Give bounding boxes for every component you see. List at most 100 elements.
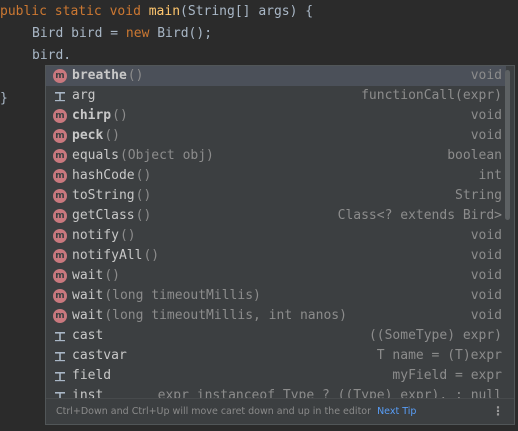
completion-item[interactable]: inst expr instanceof Type ? ((Type) expr)…: [46, 386, 506, 398]
completion-item-params: (): [104, 128, 120, 143]
completion-item-name: cast: [72, 328, 104, 343]
method-icon: m: [53, 149, 67, 163]
closing-brace: }: [0, 91, 8, 106]
completion-item[interactable]: m getClass() Class<? extends Bird>: [46, 206, 506, 226]
completion-item-type: int: [478, 168, 502, 183]
completion-item[interactable]: m notify() void: [46, 226, 506, 246]
completion-item-type: void: [470, 68, 502, 83]
completion-item[interactable]: m equals (Object obj) boolean: [46, 146, 506, 166]
more-options-icon[interactable]: ⋮: [492, 399, 504, 424]
completion-item[interactable]: m chirp() void: [46, 106, 506, 126]
completion-item[interactable]: m notifyAll() void: [46, 246, 506, 266]
completion-item[interactable]: m wait (long timeoutMillis, int nanos) void: [46, 306, 506, 326]
completion-item-type: void: [470, 128, 502, 143]
completion-item-type: functionCall(expr): [361, 88, 502, 103]
completion-item-name: wait: [72, 268, 104, 283]
code-line-2-start: Bird bird =: [32, 26, 126, 41]
completion-item-type: void: [470, 228, 502, 243]
completion-item[interactable]: m toString() String: [46, 186, 506, 206]
completion-item-type: Class<? extends Bird>: [337, 208, 502, 223]
method-icon: m: [53, 269, 67, 283]
code-line-closing-brace: }: [0, 88, 8, 110]
completion-item-name: chirp: [72, 108, 112, 123]
completion-item-name: field: [72, 368, 112, 383]
completion-item[interactable]: cast ((SomeType) expr): [46, 326, 506, 346]
completion-item-type: void: [470, 108, 502, 123]
next-tip-link[interactable]: Next Tip: [377, 406, 416, 417]
code-line-3: bird.: [32, 45, 71, 67]
completion-item[interactable]: m breathe() void: [46, 66, 506, 86]
footer-hint-text: Ctrl+Down and Ctrl+Up will move caret do…: [56, 406, 372, 417]
completion-item-params: (): [135, 188, 152, 203]
completion-item-params: (): [104, 268, 120, 283]
completion-item-name: wait: [72, 288, 104, 303]
keyword-new: new: [125, 26, 150, 41]
completion-item-name: arg: [72, 88, 96, 103]
method-icon: m: [53, 189, 67, 203]
method-icon: m: [53, 69, 67, 83]
completion-item-name: getClass: [72, 208, 135, 223]
template-icon: [53, 349, 67, 363]
method-icon: m: [53, 229, 67, 243]
completion-item-params: (Object obj): [119, 148, 214, 163]
method-icon: m: [53, 209, 67, 223]
completion-item-params: (): [112, 108, 128, 123]
completion-item-type: String: [455, 188, 502, 203]
completion-item-type: void: [470, 248, 502, 263]
code-line-2: Bird bird = new Bird();: [32, 23, 212, 45]
code-line-1: public static void main(String[] args) {: [0, 1, 313, 23]
completion-list[interactable]: m breathe() void arg functionCall(expr) m chir…: [46, 66, 506, 398]
method-name: main: [148, 4, 181, 19]
keyword-static: static: [54, 4, 102, 19]
completion-item[interactable]: m hashCode() int: [46, 166, 506, 186]
completion-item-params: (): [135, 208, 152, 223]
code-completion-popup[interactable]: m breathe() void arg functionCall(expr) m chir…: [45, 65, 515, 425]
completion-item-name: notify: [72, 228, 119, 243]
code-line-2-end: Bird();: [149, 26, 213, 41]
method-icon: m: [53, 129, 67, 143]
completion-item[interactable]: m wait() void: [46, 266, 506, 286]
keyword-void: void: [109, 4, 141, 19]
completion-item-name: peck: [72, 128, 104, 143]
completion-item-params: (long timeoutMillis): [104, 288, 261, 303]
template-icon: [53, 329, 67, 343]
method-icon: m: [53, 309, 67, 323]
completion-footer: Ctrl+Down and Ctrl+Up will move caret do…: [46, 398, 514, 424]
completion-scrollbar[interactable]: [505, 70, 510, 220]
completion-item-name: breathe: [72, 68, 127, 83]
completion-item-type: void: [470, 308, 502, 323]
completion-item[interactable]: castvar T name = (T)expr: [46, 346, 506, 366]
completion-item-type: void: [470, 288, 502, 303]
completion-item-params: (): [119, 228, 136, 243]
completion-item-type: myField = expr: [392, 368, 502, 383]
code-line-3-text: bird.: [32, 48, 72, 63]
template-icon: [53, 369, 67, 383]
completion-item[interactable]: arg functionCall(expr): [46, 86, 506, 106]
method-icon: m: [53, 289, 67, 303]
completion-item-params: (): [127, 68, 144, 83]
method-signature-rest: (String[] args) {: [180, 4, 314, 19]
completion-item-type: ((SomeType) expr): [368, 328, 502, 343]
template-icon: [53, 389, 67, 398]
method-icon: m: [53, 249, 67, 263]
completion-item-type: expr instanceof Type ? ((Type) expr). : …: [157, 388, 502, 398]
completion-item-name: wait: [72, 308, 104, 323]
keyword-public: public: [0, 4, 47, 19]
completion-item-type: boolean: [447, 148, 502, 163]
template-icon: [53, 89, 67, 103]
completion-item-name: equals: [72, 148, 119, 163]
completion-item[interactable]: field myField = expr: [46, 366, 506, 386]
completion-item-name: notifyAll: [72, 248, 143, 263]
completion-item-type: T name = (T)expr: [376, 348, 502, 363]
completion-item-name: hashCode: [72, 168, 135, 183]
completion-item-params: (long timeoutMillis, int nanos): [104, 308, 347, 323]
method-icon: m: [53, 109, 67, 123]
completion-item-type: void: [470, 268, 502, 283]
completion-item-params: (): [135, 168, 152, 183]
completion-item-name: toString: [72, 188, 135, 203]
completion-item-params: (): [143, 248, 160, 263]
completion-item[interactable]: m wait (long timeoutMillis) void: [46, 286, 506, 306]
completion-item[interactable]: m peck() void: [46, 126, 506, 146]
completion-item-name: inst: [72, 388, 104, 398]
method-icon: m: [53, 169, 67, 183]
